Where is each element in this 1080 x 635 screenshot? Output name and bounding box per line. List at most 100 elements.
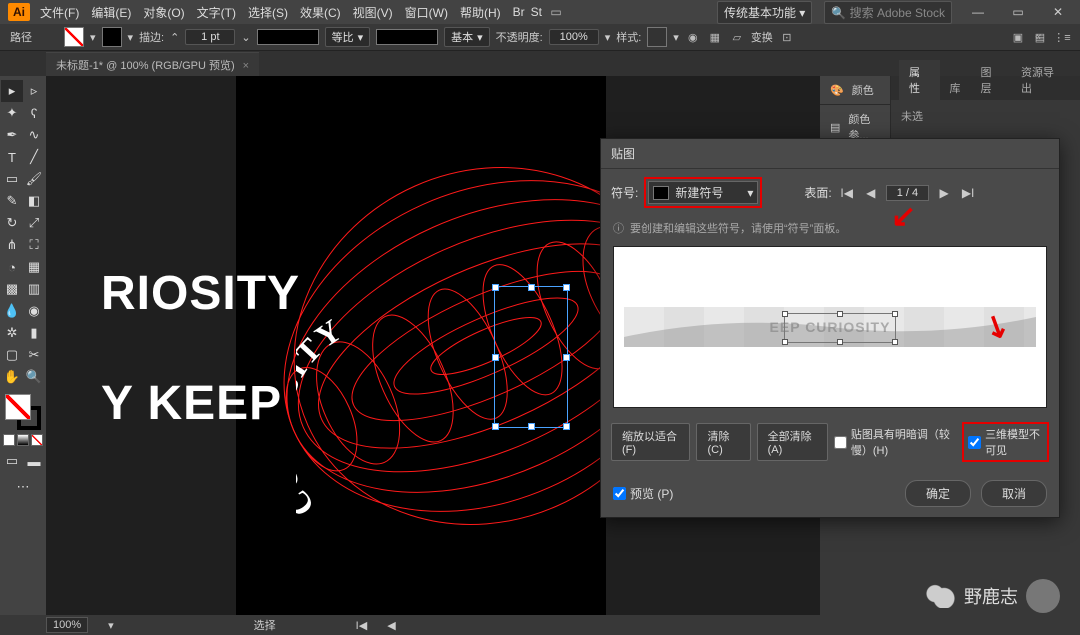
color-mode-swatches[interactable] [3, 434, 43, 446]
zoom-level[interactable]: 100% [46, 617, 88, 633]
tab-properties[interactable]: 属性 [899, 60, 940, 100]
menu-effect[interactable]: 效果(C) [300, 4, 341, 21]
opacity-value[interactable]: 100% [549, 29, 599, 45]
shaper-tool[interactable]: ✎ [1, 190, 23, 212]
scale-to-fit-button[interactable]: 缩放以适合 (F) [611, 423, 690, 461]
brush-def[interactable] [376, 29, 438, 45]
screen-mode-normal[interactable]: ▭ [1, 450, 23, 472]
status-tool: 选择 [254, 617, 276, 633]
close-icon[interactable]: ✕ [1044, 4, 1072, 20]
watermark: 野鹿志 [926, 579, 1060, 613]
selection-tool[interactable]: ▸ [1, 80, 23, 102]
eyedropper-tool[interactable]: 💧 [1, 300, 23, 322]
curvature-tool[interactable]: ∿ [23, 124, 45, 146]
blend-tool[interactable]: ◉ [23, 300, 45, 322]
menu-type[interactable]: 文字(T) [197, 4, 236, 21]
menu-file[interactable]: 文件(F) [40, 4, 79, 21]
screen-mode-full[interactable]: ▬ [23, 450, 45, 472]
panel-collapse-icons[interactable]: « [1031, 30, 1045, 44]
paintbrush-tool[interactable]: 🖌 [23, 168, 45, 190]
width-profile-dropdown[interactable]: 等比 ▾ [325, 27, 371, 47]
edit-toolbar-icon[interactable]: ⋯ [12, 476, 34, 498]
selection-bbox[interactable] [494, 286, 568, 428]
shade-checkbox[interactable]: 贴图具有明暗调（较慢）(H) [834, 426, 956, 458]
panel-icon[interactable]: ⋮≡ [1054, 29, 1070, 45]
fill-stroke-control[interactable] [5, 394, 41, 430]
preview-selection-box[interactable] [784, 313, 896, 343]
shape-builder-tool[interactable]: ◔ [1, 256, 23, 278]
direct-selection-tool[interactable]: ▹ [23, 80, 45, 102]
tab-close-icon[interactable]: × [243, 60, 249, 72]
stock-button[interactable]: St [531, 5, 542, 19]
minimize-icon[interactable]: — [964, 4, 992, 20]
menu-help[interactable]: 帮助(H) [460, 4, 501, 21]
dropdown-chevron-icon[interactable]: ▾ [90, 31, 96, 44]
last-surface-button[interactable]: ▶I [959, 185, 977, 201]
svg-text:CURIOSITY: CURIOSITY [296, 311, 349, 524]
isolate-icon[interactable]: ⊡ [779, 29, 795, 45]
brush-dropdown[interactable]: 基本 ▾ [444, 27, 490, 47]
perspective-tool[interactable]: ▦ [23, 256, 45, 278]
mesh-tool[interactable]: ▩ [1, 278, 23, 300]
zoom-tool[interactable]: 🔍 [23, 366, 45, 388]
rotate-tool[interactable]: ↻ [1, 212, 23, 234]
stroke-swatch[interactable] [102, 27, 122, 47]
symbol-sprayer-tool[interactable]: ✲ [1, 322, 23, 344]
preview-checkbox[interactable]: 预览 (P) [613, 485, 673, 502]
nav-first-icon[interactable]: I◀ [356, 619, 368, 632]
style-swatch[interactable] [647, 27, 667, 47]
eraser-tool[interactable]: ◧ [23, 190, 45, 212]
symbol-dropdown[interactable]: 新建符号 ▾ [648, 181, 758, 204]
workspace-switcher[interactable]: 传统基本功能 ▾ [717, 1, 812, 24]
next-surface-button[interactable]: ▶ [935, 185, 953, 201]
map-art-dialog: 贴图 符号: 新建符号 ▾ 表面: I◀ ◀ 1 / 4 ▶ ▶I ⓘ 要创建和… [600, 138, 1060, 518]
menu-object[interactable]: 对象(O) [143, 4, 184, 21]
type-tool[interactable]: T [1, 146, 23, 168]
clear-button[interactable]: 清除 (C) [696, 423, 750, 461]
invisible-geometry-checkbox[interactable]: 三维模型不可见 [962, 422, 1049, 462]
lasso-tool[interactable]: ʕ [23, 102, 45, 124]
menu-edit[interactable]: 编辑(E) [91, 4, 131, 21]
magic-wand-tool[interactable]: ✦ [1, 102, 23, 124]
menubar: Ai 文件(F) 编辑(E) 对象(O) 文字(T) 选择(S) 效果(C) 视… [0, 0, 1080, 24]
color-panel-collapsed[interactable]: 🎨颜色 [820, 76, 890, 105]
free-transform-tool[interactable]: ⛶ [23, 234, 45, 256]
width-profile[interactable] [257, 29, 319, 45]
menu-view[interactable]: 视图(V) [353, 4, 393, 21]
artboard-tool[interactable]: ▢ [1, 344, 23, 366]
width-tool[interactable]: ⋔ [1, 234, 23, 256]
prev-surface-button[interactable]: ◀ [862, 185, 880, 201]
rectangle-tool[interactable]: ▭ [1, 168, 23, 190]
pen-tool[interactable]: ✒ [1, 124, 23, 146]
document-tab[interactable]: 未标题-1* @ 100% (RGB/GPU 预览)× [46, 52, 259, 77]
shape-icon[interactable]: ▱ [729, 29, 745, 45]
menu-select[interactable]: 选择(S) [248, 4, 288, 21]
bridge-button[interactable]: Br [513, 5, 525, 19]
object-type-label: 路径 [10, 29, 32, 45]
tab-layers[interactable]: 图层 [971, 60, 1012, 100]
nav-prev-icon[interactable]: ◀ [387, 619, 395, 632]
graph-tool[interactable]: ▮ [23, 322, 45, 344]
tab-libraries[interactable]: 库 [940, 76, 971, 100]
hand-tool[interactable]: ✋ [1, 366, 23, 388]
cancel-button[interactable]: 取消 [981, 480, 1047, 507]
recolor-icon[interactable]: ◉ [685, 29, 701, 45]
transform-label[interactable]: 变换 [751, 29, 773, 45]
search-field[interactable]: 🔍 搜索 Adobe Stock [824, 1, 952, 24]
first-surface-button[interactable]: I◀ [838, 185, 856, 201]
tab-asset-export[interactable]: 资源导出 [1011, 60, 1072, 100]
stroke-weight[interactable]: 1 pt [185, 29, 235, 45]
line-tool[interactable]: ╱ [23, 146, 45, 168]
arrange-icon[interactable]: ▭ [548, 4, 564, 20]
fill-swatch[interactable] [64, 27, 84, 47]
dropdown-chevron-icon[interactable]: ▾ [128, 31, 134, 44]
maximize-icon[interactable]: ▭ [1004, 4, 1032, 20]
gradient-tool[interactable]: ▥ [23, 278, 45, 300]
align-icon[interactable]: ▦ [707, 29, 723, 45]
ok-button[interactable]: 确定 [905, 480, 971, 507]
slice-tool[interactable]: ✂ [23, 344, 45, 366]
doc-setup-icon[interactable]: ▣ [1010, 29, 1026, 45]
clear-all-button[interactable]: 全部清除 (A) [757, 423, 828, 461]
menu-window[interactable]: 窗口(W) [405, 4, 448, 21]
scale-tool[interactable]: ⤢ [23, 212, 45, 234]
